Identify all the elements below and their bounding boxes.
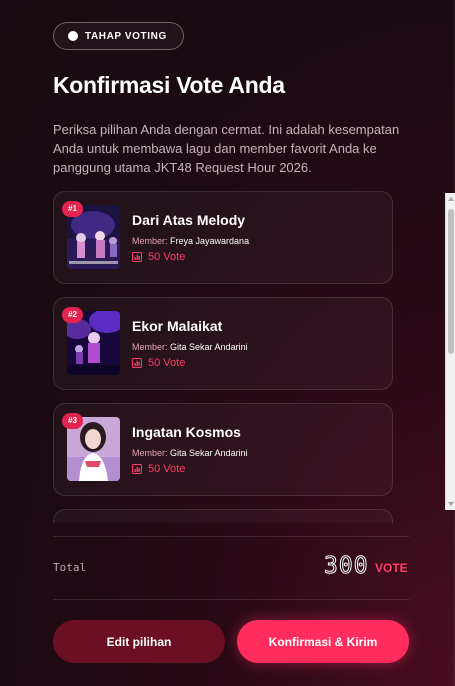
selection-list: #1 Dari Atas Melody Member: Freya Jayawa… xyxy=(53,191,393,523)
stage-dot-icon xyxy=(68,31,78,41)
vote-count: 50 Vote xyxy=(132,463,185,475)
member-label: Member: xyxy=(132,236,168,246)
scroll-thumb[interactable] xyxy=(448,209,454,354)
vote-count: 50 Vote xyxy=(132,251,185,263)
member-label: Member: xyxy=(132,448,168,458)
rank-badge: #1 xyxy=(62,201,83,217)
member-label: Member: xyxy=(132,342,168,352)
rank-badge: #3 xyxy=(62,413,83,429)
member-name: Gita Sekar Andarini xyxy=(170,448,248,458)
stage-badge: TAHAP VOTING xyxy=(53,22,184,50)
vote-count-text: 50 Vote xyxy=(148,463,186,475)
edit-selection-button[interactable]: Edit pilihan xyxy=(53,620,225,663)
rank-badge: #2 xyxy=(62,307,83,323)
selection-card: #1 Dari Atas Melody Member: Freya Jayawa… xyxy=(53,191,393,284)
member-line: Member: Gita Sekar Andarini xyxy=(132,448,248,458)
confirm-submit-button[interactable]: Konfirmasi & Kirim xyxy=(237,620,409,663)
page-title: Konfirmasi Vote Anda xyxy=(53,72,285,98)
scroll-down-arrow-icon[interactable] xyxy=(448,502,454,506)
total-vote-value: 300 xyxy=(324,553,369,580)
bar-chart-icon xyxy=(132,464,142,474)
bar-chart-icon xyxy=(132,358,142,368)
stage-label: TAHAP VOTING xyxy=(85,30,167,42)
list-scrollbar[interactable] xyxy=(445,193,455,510)
song-title: Ingatan Kosmos xyxy=(132,424,241,440)
scroll-up-arrow-icon[interactable] xyxy=(448,197,454,201)
member-name: Gita Sekar Andarini xyxy=(170,342,248,352)
selection-card: #2 Ekor Malaikat Member: Gita Sekar Anda… xyxy=(53,297,393,390)
selection-card-partial xyxy=(53,509,393,523)
divider xyxy=(53,599,409,600)
divider xyxy=(53,536,409,537)
member-name: Freya Jayawardana xyxy=(170,236,250,246)
vote-count: 50 Vote xyxy=(132,357,185,369)
member-line: Member: Freya Jayawardana xyxy=(132,236,249,246)
song-title: Ekor Malaikat xyxy=(132,318,223,334)
total-vote-unit: VOTE xyxy=(375,561,408,575)
vote-count-text: 50 Vote xyxy=(148,357,186,369)
selection-card: #3 Ingatan Kosmos Member: Gita Sekar And… xyxy=(53,403,393,496)
page-description: Periksa pilihan Anda dengan cermat. Ini … xyxy=(53,122,400,175)
total-label: Total xyxy=(53,561,87,574)
vote-confirmation-panel: TAHAP VOTING Konfirmasi Vote Anda Periks… xyxy=(0,0,455,686)
bar-chart-icon xyxy=(132,252,142,262)
member-line: Member: Gita Sekar Andarini xyxy=(132,342,248,352)
vote-count-text: 50 Vote xyxy=(148,251,186,263)
song-title: Dari Atas Melody xyxy=(132,212,246,228)
